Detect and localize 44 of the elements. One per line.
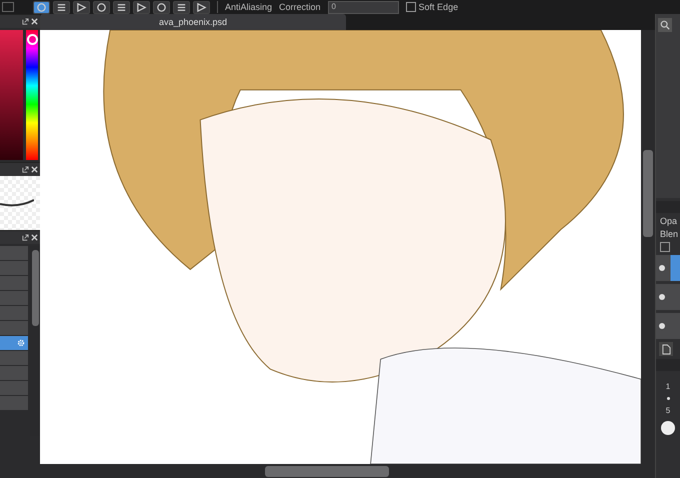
panel-icon[interactable] xyxy=(2,2,14,12)
tool-button[interactable] xyxy=(113,0,130,14)
checkbox[interactable] xyxy=(660,242,670,252)
tool-button[interactable] xyxy=(133,0,150,14)
visibility-dot-icon[interactable] xyxy=(659,265,665,271)
tool-button[interactable] xyxy=(73,0,90,14)
new-layer-icon[interactable] xyxy=(659,342,673,356)
blend-label: Blen xyxy=(659,229,680,239)
stroke-drawing xyxy=(0,198,34,208)
popout-icon[interactable] xyxy=(22,166,29,173)
tool-button[interactable] xyxy=(153,0,170,14)
tool-button[interactable] xyxy=(93,0,110,14)
popout-icon[interactable] xyxy=(22,18,29,25)
brush-size-label[interactable]: 1 xyxy=(666,382,670,391)
popout-icon[interactable] xyxy=(22,234,29,241)
tool-button[interactable] xyxy=(173,0,190,14)
hue-handle[interactable] xyxy=(27,34,38,45)
zoom-icon[interactable] xyxy=(658,18,672,32)
brush-dot-icon[interactable] xyxy=(661,421,675,435)
brush-dot-icon[interactable] xyxy=(666,397,670,400)
color-square[interactable] xyxy=(0,30,23,160)
hue-slider[interactable] xyxy=(26,30,38,160)
visibility-dot-icon[interactable] xyxy=(659,294,665,300)
scrollbar[interactable] xyxy=(40,464,655,478)
close-icon[interactable] xyxy=(31,166,38,173)
close-icon[interactable] xyxy=(31,234,38,241)
visibility-dot-icon[interactable] xyxy=(659,323,665,329)
document-tab[interactable]: ava_phoenix.psd xyxy=(40,14,346,30)
brush-size-label[interactable]: 5 xyxy=(666,406,670,415)
close-icon[interactable] xyxy=(31,18,38,25)
layer-row[interactable] xyxy=(656,255,680,281)
layer-row[interactable] xyxy=(656,313,680,339)
tool-button[interactable] xyxy=(193,0,210,14)
correction-field[interactable]: 0 xyxy=(328,0,399,14)
soft-edge-checkbox[interactable] xyxy=(406,2,416,12)
tool-button[interactable] xyxy=(53,0,70,14)
opacity-label: Opa xyxy=(659,216,678,226)
list-row[interactable] xyxy=(0,336,28,350)
soft-edge-label: Soft Edge xyxy=(418,2,458,12)
scrollbar[interactable] xyxy=(641,30,655,464)
layer-row[interactable] xyxy=(656,284,680,310)
tool-button[interactable] xyxy=(33,0,50,14)
correction-label: Correction xyxy=(279,2,321,12)
antialiasing-label: AntiAliasing xyxy=(225,2,272,12)
